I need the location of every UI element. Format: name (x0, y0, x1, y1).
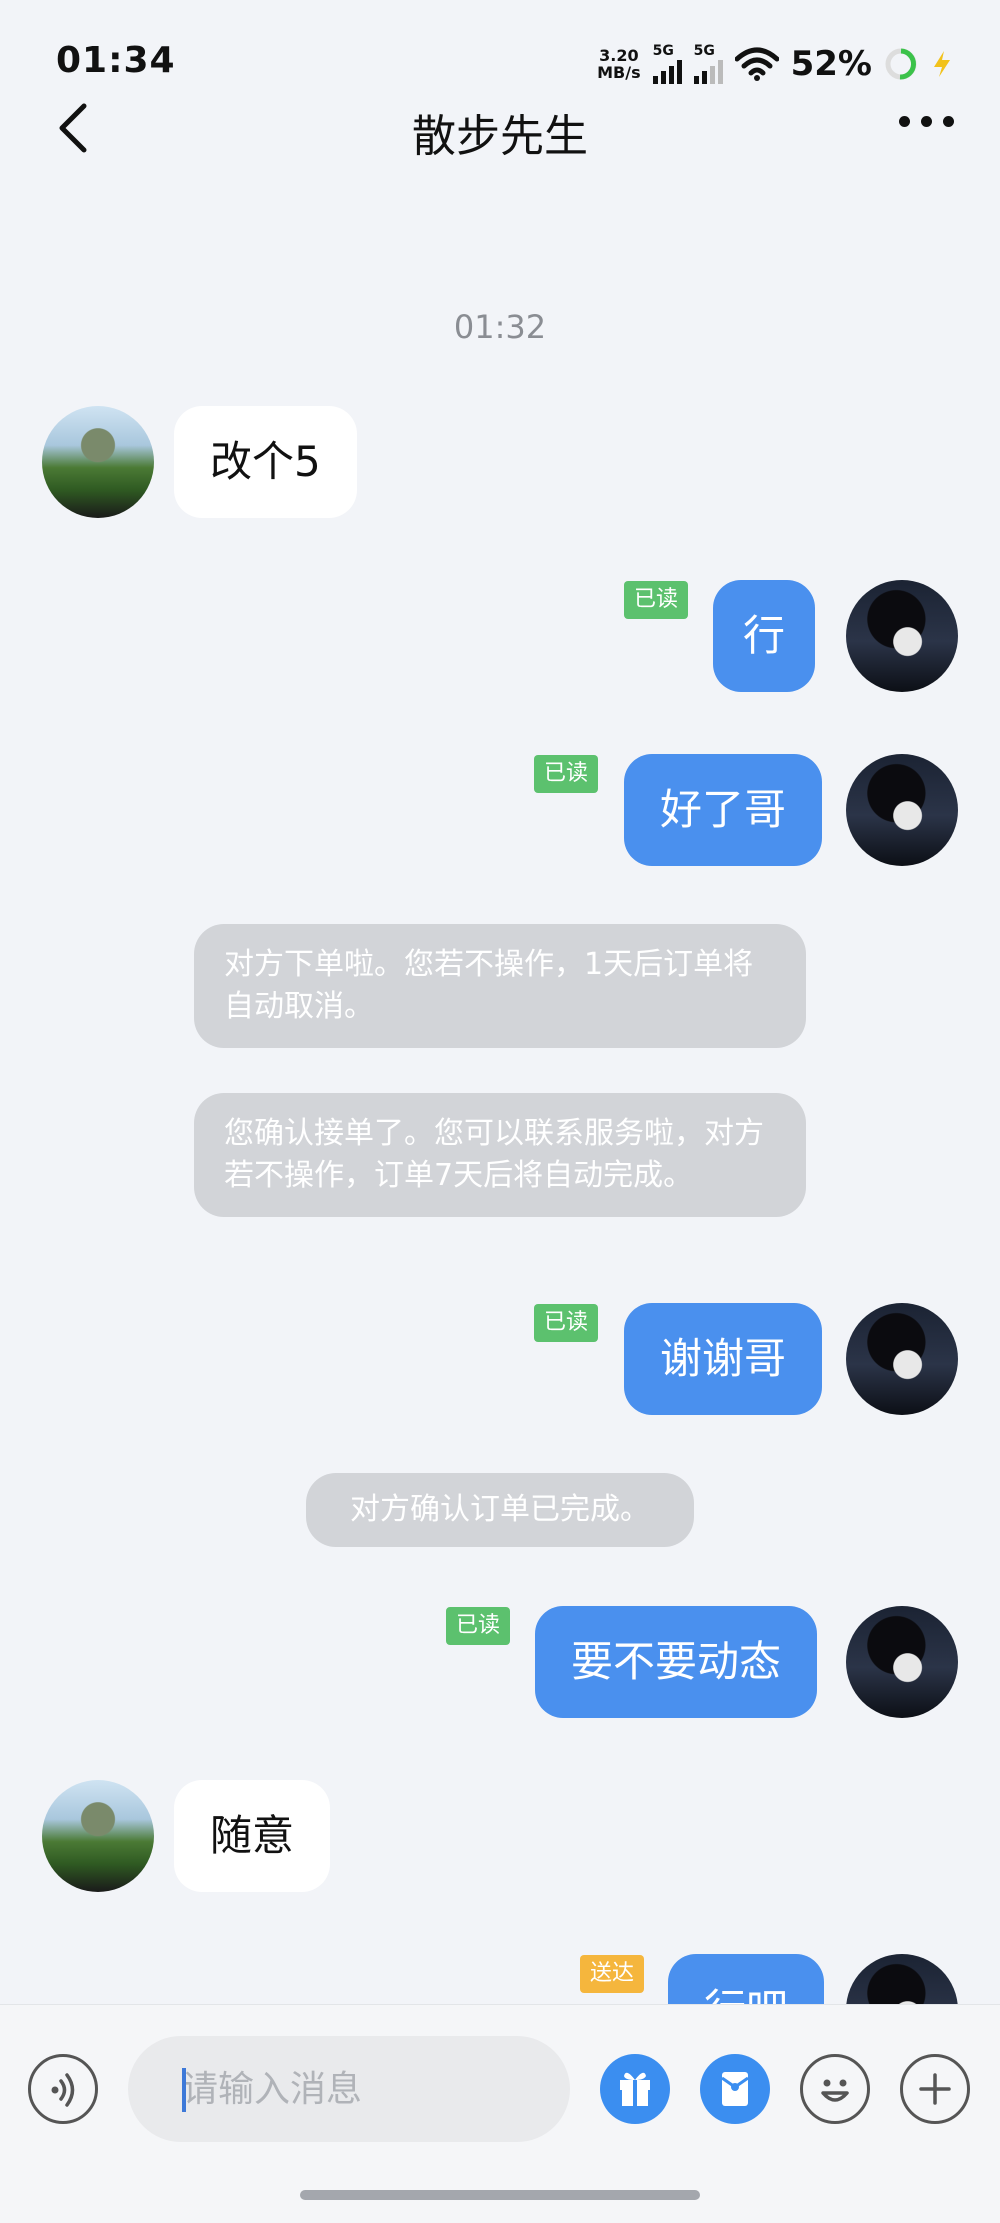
status-time: 01:34 (56, 40, 176, 81)
voice-icon[interactable] (28, 2054, 98, 2124)
outgoing-message-bubble[interactable]: 要不要动态 (535, 1606, 818, 1718)
read-badge: 已读 (534, 1304, 599, 1342)
page-title: 散步先生 (412, 111, 588, 162)
system-notice: 对方确认订单已完成。 (306, 1473, 694, 1547)
read-badge: 已读 (534, 755, 599, 793)
my-avatar[interactable] (846, 580, 958, 692)
sending-badge: 送达 (580, 1955, 645, 1993)
message-input[interactable] (128, 2036, 570, 2142)
net-speed: 3.20 MB/s (597, 46, 641, 82)
my-avatar[interactable] (846, 754, 958, 866)
contact-avatar[interactable] (42, 1780, 154, 1892)
my-avatar[interactable] (846, 1606, 958, 1718)
red-packet-icon[interactable] (700, 2054, 770, 2124)
more-options-button[interactable] (899, 116, 954, 127)
outgoing-message-bubble[interactable]: 行 (713, 580, 816, 692)
signal-icon: 5G (693, 44, 723, 84)
gift-icon[interactable] (600, 2054, 670, 2124)
system-notice: 对方下单啦。您若不操作，1天后订单将自动取消。 (194, 924, 806, 1048)
charging-icon (934, 51, 950, 77)
outgoing-message-bubble[interactable]: 好了哥 (624, 754, 823, 866)
battery-ring-icon (885, 48, 917, 80)
read-badge: 已读 (624, 581, 689, 619)
home-indicator[interactable] (300, 2190, 700, 2200)
text-caret (182, 2068, 186, 2112)
wifi-icon (734, 47, 779, 81)
read-badge: 已读 (446, 1607, 511, 1645)
battery-percent: 52% (790, 44, 872, 84)
system-notice: 您确认接单了。您可以联系服务啦，对方若不操作，订单7天后将自动完成。 (194, 1093, 806, 1217)
plus-icon[interactable] (900, 2054, 970, 2124)
incoming-message-bubble[interactable]: 随意 (174, 1780, 331, 1892)
incoming-message-bubble[interactable]: 改个5 (174, 406, 357, 518)
my-avatar[interactable] (846, 1303, 958, 1415)
outgoing-message-bubble[interactable]: 谢谢哥 (624, 1303, 823, 1415)
signal-icon: 5G (652, 44, 682, 84)
emoji-icon[interactable] (800, 2054, 870, 2124)
chat-timestamp: 01:32 (453, 308, 547, 346)
status-icons: 3.20 MB/s 5G 5G 52% (597, 44, 954, 84)
contact-avatar[interactable] (42, 406, 154, 518)
